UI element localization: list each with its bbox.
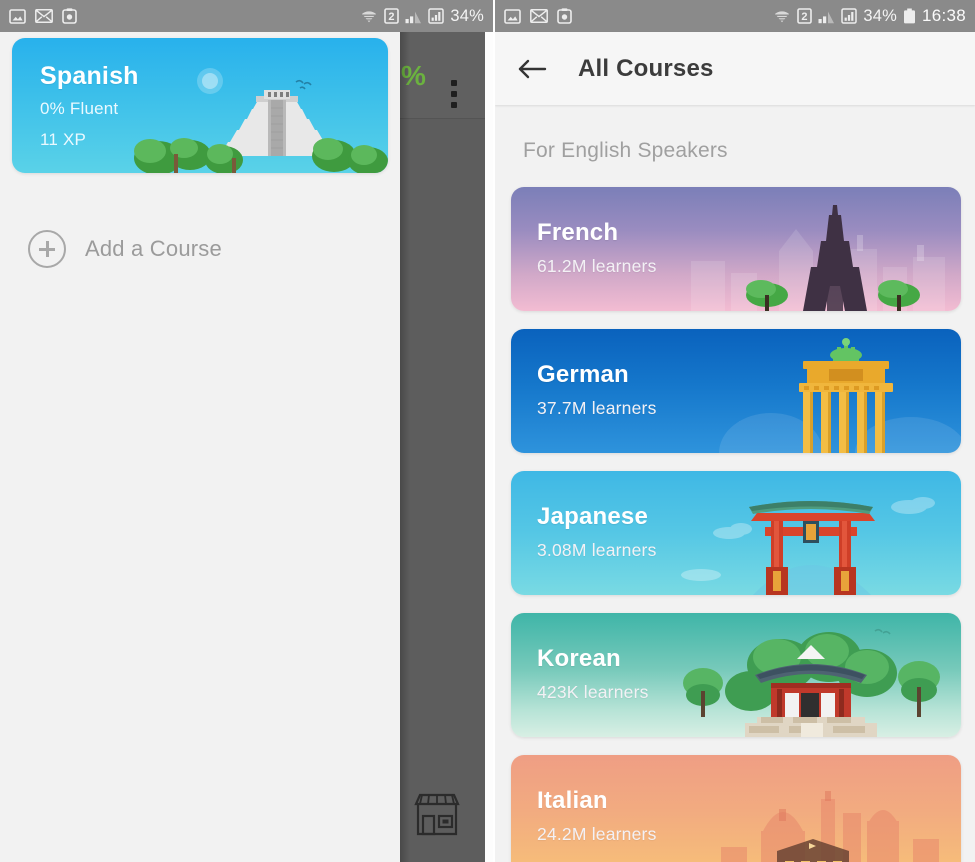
plus-circle-icon [28, 230, 66, 268]
course-learners: 423K learners [537, 682, 649, 702]
three-dot-menu-icon[interactable] [451, 80, 457, 108]
course-card-korean[interactable]: Korean 423K learners [511, 613, 961, 737]
course-learners: 24.2M learners [537, 824, 657, 844]
eiffel-tower-illustration [691, 205, 945, 311]
page-title: All Courses [578, 54, 714, 82]
course-card-french[interactable]: French 61.2M learners [511, 187, 961, 311]
course-card-japanese[interactable]: Japanese 3.08M learners [511, 471, 961, 595]
course-card-fluency: 0% Fluent [40, 99, 119, 118]
course-learners: 3.08M learners [537, 540, 657, 560]
sim2-icon: 2 [384, 8, 400, 24]
signal-1-icon [818, 11, 835, 23]
course-name: French [537, 219, 619, 246]
status-bar-notification-icons-right [504, 8, 572, 24]
course-card-title: Spanish [40, 62, 139, 90]
mayan-pyramid-illustration [134, 68, 388, 173]
battery-percent-label: 34% [450, 6, 484, 25]
status-bar-system-icons: 2 34% [360, 7, 484, 26]
dual-screenshot-container: 2 34% % Spanish 0% Fluent 11 XP Add a Co… [0, 0, 975, 862]
brandenburg-gate-illustration [719, 338, 961, 453]
course-name: Japanese [537, 503, 649, 530]
right-phone-screen: 2 34% 16:38 All Courses For English Spea… [493, 0, 975, 862]
course-learners: 61.2M learners [537, 256, 657, 276]
courses-list: French 61.2M learners German 37.7M learn… [495, 163, 975, 862]
course-name: Italian [537, 787, 608, 814]
shop-icon[interactable] [409, 790, 465, 840]
add-course-button[interactable]: Add a Course [28, 230, 222, 268]
course-drawer-panel: Spanish 0% Fluent 11 XP Add a Course [0, 32, 400, 862]
status-bar-right: 2 34% 16:38 [495, 0, 975, 32]
course-card-italian[interactable]: Italian 24.2M learners [511, 755, 961, 862]
battery-icon [903, 8, 915, 24]
course-card-spanish[interactable]: Spanish 0% Fluent 11 XP [12, 38, 388, 173]
back-arrow-icon[interactable] [517, 57, 547, 81]
screen-divider-gap [485, 32, 493, 862]
mail-icon [35, 9, 53, 23]
wifi-icon [773, 9, 791, 24]
sim2-icon: 2 [797, 8, 813, 24]
status-bar-system-icons-right: 2 34% 16:38 [773, 6, 966, 26]
svg-text:2: 2 [389, 11, 395, 23]
rome-skyline-illustration [721, 791, 939, 862]
dimmed-background-app: % [400, 32, 485, 862]
status-bar-notification-icons [9, 8, 77, 24]
svg-text:2: 2 [802, 11, 808, 23]
image-icon [504, 8, 521, 24]
course-card-xp: 11 XP [40, 130, 87, 149]
screenshot-icon [62, 8, 77, 24]
drawer-edge-shadow [400, 32, 410, 862]
courses-list-area[interactable]: For English Speakers French 61.2M learne… [495, 105, 975, 862]
course-card-german[interactable]: German 37.7M learners [511, 329, 961, 453]
signal-2-icon [428, 8, 445, 24]
torii-gate-illustration [681, 497, 935, 595]
status-bar-left: 2 34% [0, 0, 493, 32]
mail-icon [530, 9, 548, 23]
course-name: Korean [537, 645, 621, 672]
signal-1-icon [405, 11, 422, 23]
left-screen-body: % Spanish 0% Fluent 11 XP Add a Course [0, 32, 493, 862]
course-learners: 37.7M learners [537, 398, 657, 418]
wifi-icon [360, 9, 379, 24]
korean-pavilion-illustration [683, 628, 940, 737]
left-phone-screen: 2 34% % Spanish 0% Fluent 11 XP Add a Co… [0, 0, 493, 862]
screenshot-icon [557, 8, 572, 24]
section-header: For English Speakers [523, 139, 728, 162]
app-bar: All Courses [495, 32, 975, 105]
clock-label: 16:38 [921, 6, 966, 25]
signal-2-icon [841, 8, 858, 24]
course-name: German [537, 361, 629, 388]
add-course-label: Add a Course [85, 236, 222, 261]
battery-percent-label: 34% [863, 6, 897, 25]
image-icon [9, 8, 26, 24]
